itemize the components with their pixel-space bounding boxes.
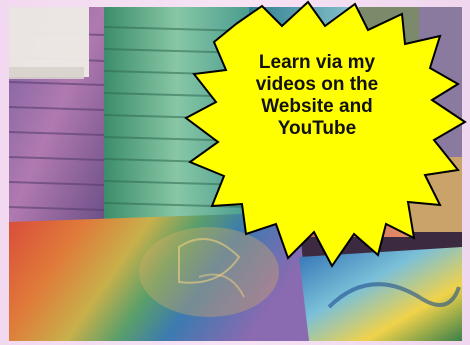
blue-swirl-fabric: [299, 247, 462, 341]
callout-line-4: YouTube: [277, 118, 357, 139]
purple-fabric-stack: [9, 7, 105, 222]
page: Learn via my videos on the Website and Y…: [0, 0, 470, 345]
callout-line-3: Website and: [261, 96, 373, 117]
green-fabric-stack: [103, 7, 250, 232]
rainbow-fabric: [9, 212, 309, 341]
callout-text: Learn via my videos on the Website and Y…: [232, 52, 402, 140]
callout-line-2: videos on the: [255, 74, 379, 95]
callout-line-1: Learn via my: [258, 52, 376, 73]
